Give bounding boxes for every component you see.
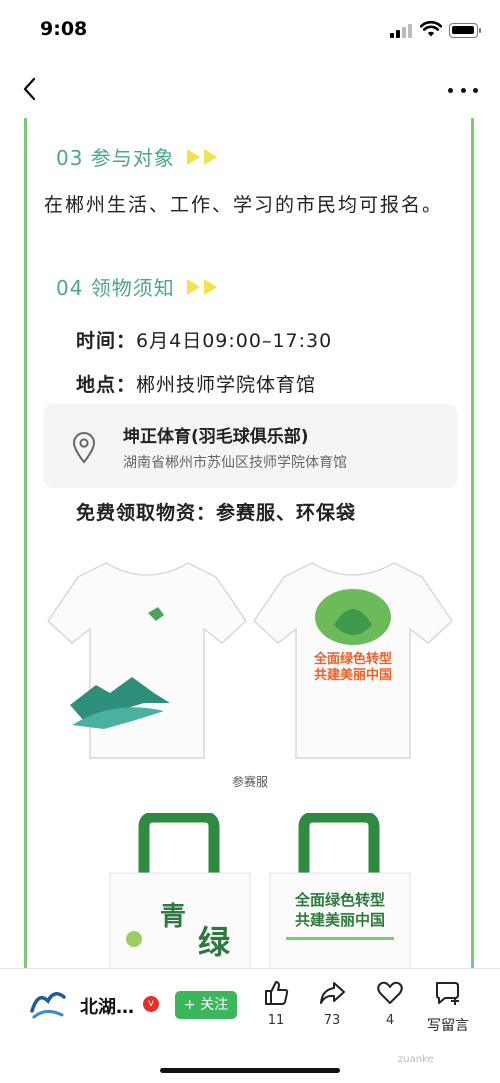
more-options-icon[interactable] [448,78,478,102]
free-items-text: 免费领取物资：参赛服、环保袋 [76,502,357,524]
share-button[interactable]: 73 [312,979,352,1028]
favorite-button[interactable]: 4 [370,979,410,1028]
time-value: 6月4日09:00–17:30 [136,330,333,352]
verified-badge: v [143,996,159,1012]
svg-text:共建美丽中国: 共建美丽中国 [314,667,392,683]
follow-button[interactable]: + 关注 [175,991,237,1019]
bottom-bar: 北湖… v + 关注 11 73 4 写留言 [0,968,500,1083]
share-arrow-icon [320,982,345,1004]
bag-image[interactable]: 青 绿 全面绿色转型 共建美丽中国 [100,813,440,968]
wifi-icon [420,20,442,37]
nav-bar [0,62,500,118]
heart-icon [377,981,403,1004]
status-time: 9:08 [40,18,88,40]
comment-label: 写留言 [427,1018,469,1034]
time-label: 时间： [76,330,137,352]
article-content: 03 参与对象 在郴州生活、工作、学习的市民均可报名。 04 领物须知 时间：6… [0,118,500,968]
place-label: 地点： [76,374,137,396]
write-comment-button[interactable]: 写留言 [418,979,478,1035]
svg-text:共建美丽中国: 共建美丽中国 [295,911,385,929]
bag-right: 全面绿色转型 共建美丽中国 [269,813,411,968]
map-pin-icon [72,432,96,464]
shirt-back: 全面绿色转型 共建美丽中国 [253,562,453,759]
like-button[interactable]: 11 [256,979,296,1028]
back-arrow-icon[interactable] [18,74,44,104]
section-title-pickup: 04 领物须知 [56,272,217,301]
shirt-caption: 参赛服 [231,775,268,789]
home-indicator[interactable] [160,1068,340,1073]
svg-text:青: 青 [160,902,186,932]
favorite-count: 4 [385,1013,395,1028]
section-title-participants: 03 参与对象 [56,142,217,171]
double-arrow-icon [186,148,217,165]
status-bar: 9:08 [0,0,500,62]
section-title-text: 04 领物须知 [56,276,175,300]
svg-text:全面绿色转型: 全面绿色转型 [294,891,385,909]
pickup-place: 地点：郴州技师学院体育馆 [76,370,316,397]
thumbs-up-icon [265,981,289,1005]
location-name: 坤正体育(羽毛球俱乐部) [123,427,309,447]
author-name[interactable]: 北湖… [80,993,134,1019]
double-arrow-icon [186,278,217,295]
signal-icon [390,24,414,38]
shirt-front [47,562,247,759]
location-address: 湖南省郴州市苏仙区技师学院体育馆 [123,455,347,471]
author-avatar[interactable] [28,985,68,1023]
svg-text:绿: 绿 [198,923,231,961]
participants-text: 在郴州生活、工作、学习的市民均可报名。 [44,194,444,216]
share-count: 73 [323,1013,341,1028]
battery-icon [449,23,481,38]
place-value: 郴州技师学院体育馆 [136,374,317,396]
watermark: zuanke [398,1054,434,1065]
like-count: 11 [267,1013,285,1028]
comment-icon [436,982,459,1005]
location-card[interactable]: 坤正体育(羽毛球俱乐部) 湖南省郴州市苏仙区技师学院体育馆 [43,404,458,488]
svg-text:全面绿色转型: 全面绿色转型 [313,651,392,667]
section-title-text: 03 参与对象 [56,146,175,170]
bag-left: 青 绿 [109,813,251,968]
shirt-image[interactable]: 全面绿色转型 共建美丽中国 [44,553,456,768]
pickup-time: 时间：6月4日09:00–17:30 [76,326,332,353]
